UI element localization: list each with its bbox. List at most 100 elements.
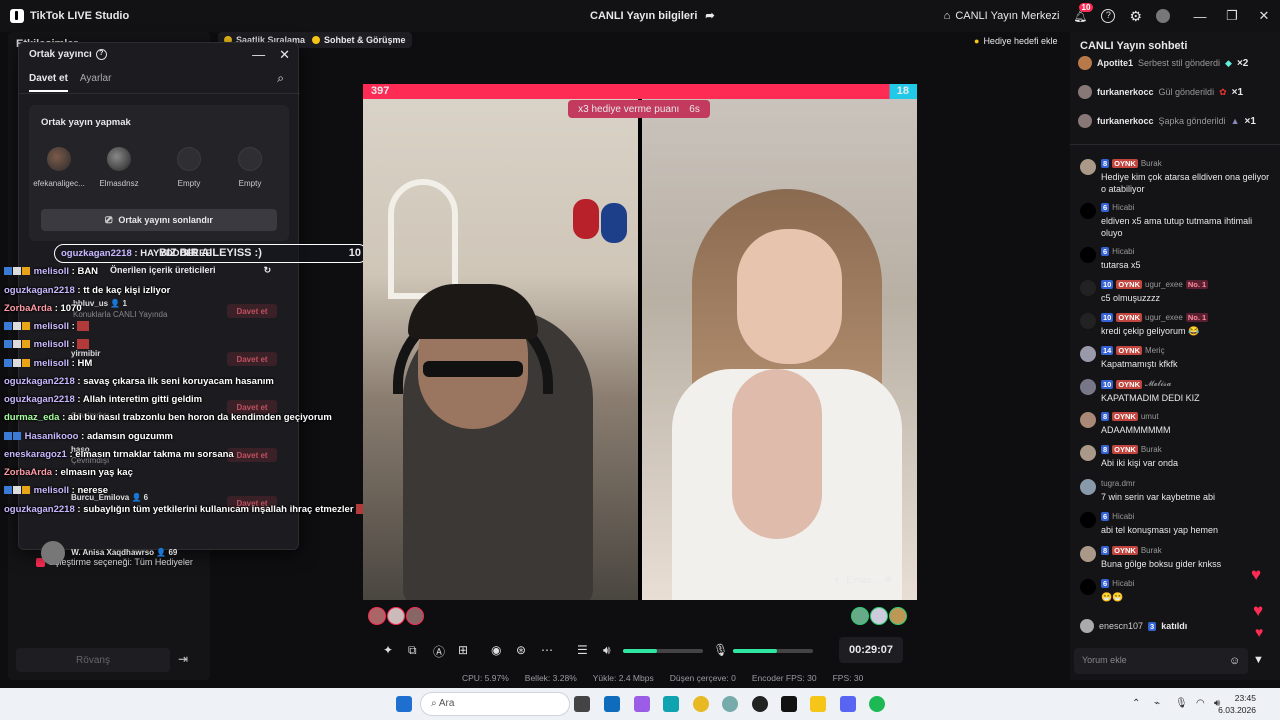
- chat-user: 𝓜𝓮𝓵𝓲𝓼𝓪: [1145, 379, 1172, 388]
- chat-text: KAPATMADIM DEDI KIZ: [1101, 393, 1200, 403]
- tiktok-logo-icon: [10, 9, 24, 23]
- info-icon[interactable]: ?: [95, 49, 107, 60]
- avatar: [406, 607, 424, 625]
- edge-icon[interactable]: [663, 696, 679, 712]
- empty-avatar-icon: [238, 147, 262, 171]
- cohost-slot-empty[interactable]: Empty: [159, 147, 219, 188]
- badge-icon: [22, 340, 30, 349]
- copilot-icon[interactable]: [634, 696, 650, 712]
- record-icon[interactable]: ◉: [491, 643, 501, 657]
- fan-badge: OYNK: [1112, 412, 1138, 421]
- refresh-icon[interactable]: ↻: [264, 265, 272, 276]
- avatar: [1080, 546, 1096, 562]
- badge-icon: [13, 432, 21, 441]
- add-source-icon[interactable]: ⊞: [458, 643, 468, 657]
- join-text: katıldı: [1161, 621, 1188, 631]
- start-icon[interactable]: [396, 696, 412, 712]
- microphone-icon[interactable]: 🎙︎: [713, 643, 728, 657]
- chat-message: 8 OYNK Burak Hediye kim çok atarsa elldive…: [1080, 159, 1272, 195]
- gift-action: Şapka gönderildi: [1158, 116, 1226, 126]
- join-user: enescn107: [1099, 621, 1144, 631]
- tiktok-app-icon[interactable]: [781, 696, 797, 712]
- more-icon[interactable]: ⋯: [541, 643, 553, 657]
- invite-button[interactable]: Davet et: [227, 448, 277, 462]
- audio-settings-icon[interactable]: ☰: [577, 643, 588, 657]
- avatar: [870, 607, 888, 625]
- tab-settings[interactable]: Ayarlar: [80, 73, 112, 92]
- live-timer: 00:29:07: [839, 637, 903, 663]
- exit-icon[interactable]: ⇥: [178, 652, 188, 666]
- outlook-icon[interactable]: [604, 696, 620, 712]
- live-chat-panel: CANLI Yayın sohbeti Apotite1 Serbest sti…: [1070, 32, 1280, 680]
- taskbar-search-label: Ara: [438, 698, 455, 709]
- magic-wand-icon[interactable]: ✦: [383, 643, 393, 657]
- discord-icon[interactable]: [840, 696, 856, 712]
- live-center-button[interactable]: ⌂ CANLI Yayın Merkezi: [944, 10, 1060, 22]
- cohost-slot-empty[interactable]: Empty: [220, 147, 280, 188]
- taskbar-search[interactable]: ⌕ Ara: [420, 692, 570, 716]
- level-badge: 8: [1101, 546, 1110, 555]
- mic-volume-slider[interactable]: [733, 649, 813, 653]
- network-icon[interactable]: ⌁: [1154, 698, 1160, 709]
- creator-count: 69: [168, 548, 178, 558]
- gift-user: furkanerkocc: [1097, 116, 1154, 126]
- badge-icon: [4, 486, 12, 495]
- clock[interactable]: 23:45 6.03.2026: [1218, 692, 1256, 716]
- rematch-button[interactable]: Rövanş: [16, 648, 170, 672]
- game-app-icon[interactable]: [752, 696, 768, 712]
- settings-app-icon[interactable]: [722, 696, 738, 712]
- settings-button[interactable]: ⚙: [1129, 8, 1142, 25]
- popup-close-button[interactable]: ✕: [279, 47, 290, 63]
- add-gift-goal-button[interactable]: ● Hediye hedefi ekle: [974, 33, 1058, 49]
- live-info-button[interactable]: CANLI Yayın bilgileri ➦: [590, 9, 715, 23]
- avatar: [889, 607, 907, 625]
- chat-text: : elmasın tırnaklar takma mı sorsana: [69, 449, 234, 460]
- filter-icon[interactable]: ▼: [1253, 654, 1264, 666]
- chat-user: melisoll: [33, 485, 70, 496]
- ai-icon[interactable]: Ⓐ: [433, 643, 445, 660]
- chat-user: melisoll: [33, 321, 70, 332]
- invite-button[interactable]: Davet et: [227, 304, 277, 318]
- microphone-tray-icon[interactable]: 🎙︎: [1175, 698, 1188, 709]
- cohost-slot[interactable]: efekanaligec...: [29, 147, 89, 188]
- spotify-icon[interactable]: [869, 696, 885, 712]
- maximize-button[interactable]: ❐: [1216, 8, 1248, 24]
- comment-input[interactable]: Yorum ekle: [1074, 648, 1248, 674]
- file-explorer-icon[interactable]: [810, 696, 826, 712]
- end-cohost-button[interactable]: ⎚ Ortak yayını sonlandır: [41, 209, 277, 231]
- speaker-icon: 🔈︎: [835, 574, 841, 584]
- wifi-icon[interactable]: ◠: [1196, 698, 1205, 709]
- chat-text: : HM: [71, 358, 93, 369]
- chrome-icon[interactable]: [693, 696, 709, 712]
- invite-button[interactable]: Davet et: [227, 352, 277, 366]
- badge-icon: [13, 486, 21, 495]
- help-button[interactable]: ?: [1101, 9, 1116, 23]
- capture-icon[interactable]: ⊛: [516, 643, 526, 657]
- overlay-chat-line: oguzkagan2218 : tt de kaç kişi izliyor: [4, 285, 170, 296]
- guest-name-tag[interactable]: 🔈︎ Elmas... ⊕: [835, 574, 892, 585]
- speaker-volume-slider[interactable]: [623, 649, 703, 653]
- cohost-slot[interactable]: Elmasdnsz: [89, 147, 149, 188]
- host-top-gifters[interactable]: [368, 607, 424, 625]
- emoji-icon[interactable]: ☺: [1229, 655, 1240, 667]
- close-button[interactable]: ✕: [1248, 8, 1280, 24]
- chevron-up-icon[interactable]: ⌃: [1132, 698, 1140, 709]
- chat-message: tugra.dmr 7 win serin var kaybetme abi: [1080, 479, 1272, 503]
- clock-date: 6.03.2026: [1218, 705, 1256, 715]
- pinned-comment-count: 10: [348, 247, 361, 259]
- speaker-icon[interactable]: 🔊︎: [603, 643, 611, 658]
- notifications-button[interactable]: 🔔︎ 10: [1073, 2, 1094, 23]
- task-view-icon[interactable]: [574, 696, 590, 712]
- battle-stage: 397 18 x3 hediye verme puanı 6s 🔈︎ Elmas…: [363, 84, 917, 600]
- tab-invite[interactable]: Davet et: [29, 73, 68, 92]
- layout-icon[interactable]: ⧉: [408, 643, 417, 658]
- guest-top-gifters[interactable]: [851, 607, 907, 625]
- avatar: [387, 607, 405, 625]
- minimize-button[interactable]: —: [1184, 9, 1216, 24]
- overlay-chat-line: melisoll : HM: [4, 358, 92, 369]
- profile-avatar[interactable]: [1156, 9, 1170, 23]
- recommended-creators-header: Önerilen içerik üreticileri ↻: [110, 265, 271, 276]
- popup-minimize-button[interactable]: —: [252, 47, 265, 63]
- search-icon[interactable]: ⌕: [277, 71, 284, 86]
- chat-meet-button[interactable]: Sohbet & Görüşme: [306, 32, 412, 48]
